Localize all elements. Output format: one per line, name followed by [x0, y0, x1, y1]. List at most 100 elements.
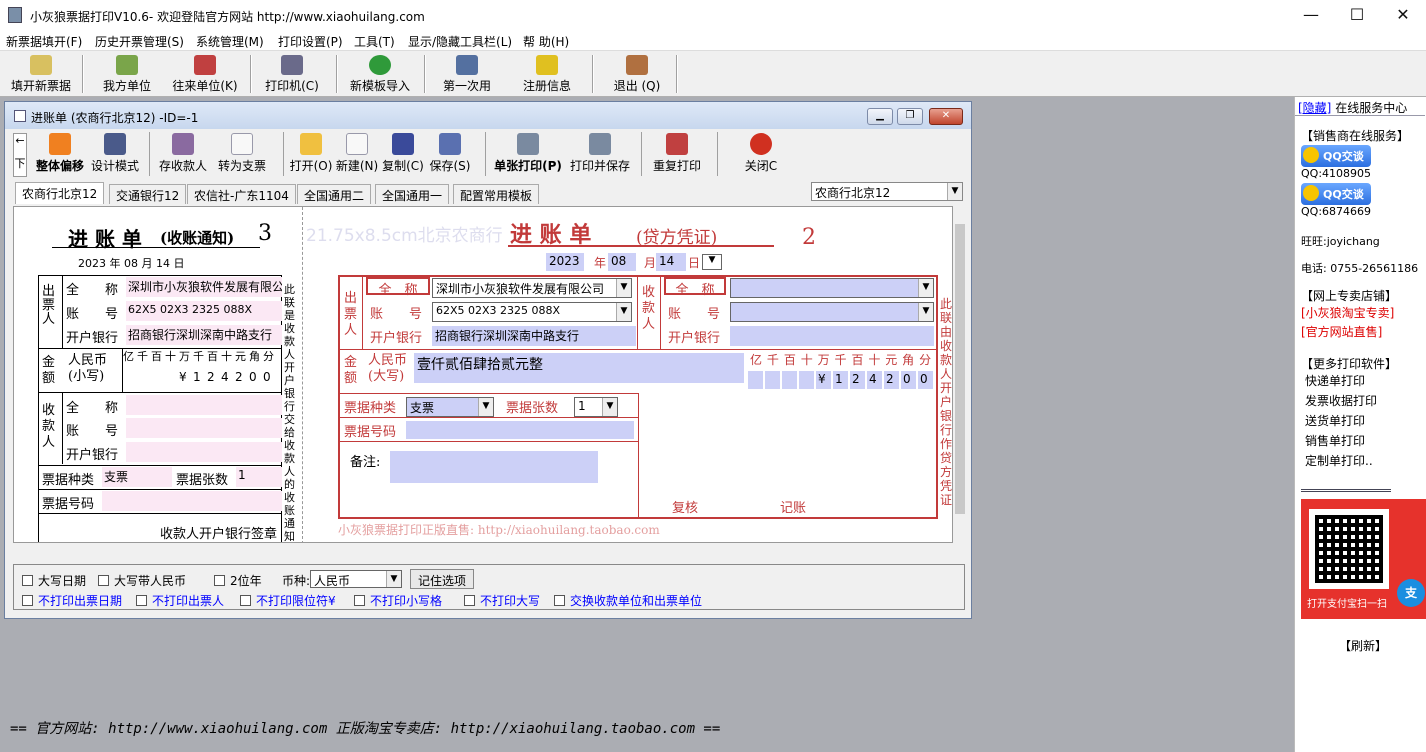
first-use-button[interactable]: 第一次用 [436, 53, 498, 95]
nav-toggle[interactable]: ← 下 [13, 133, 27, 177]
tab-template-6[interactable]: 配置常用模板 [453, 184, 540, 204]
close-button[interactable]: ✕ [1380, 0, 1426, 31]
scroll-thumb[interactable] [955, 224, 965, 514]
option-swap-parties[interactable]: 交换收款单位和出票单位 [554, 592, 702, 609]
offset-button[interactable]: 整体偏移 [31, 132, 89, 176]
save-button[interactable]: 保存(S) [427, 132, 473, 176]
qq-chat-button-2[interactable]: QQ交谈 [1301, 183, 1371, 205]
official-shop-link[interactable]: [官方网站直售] [1301, 323, 1382, 340]
register-button[interactable]: 注册信息 [516, 53, 578, 95]
horizontal-scrollbar[interactable] [13, 543, 953, 558]
child-restore-button[interactable]: ❐ [897, 108, 923, 125]
menu-help[interactable]: 帮 助(H) [523, 33, 569, 50]
date-year-field[interactable]: 2023 [546, 253, 584, 271]
menu-history[interactable]: 历史开票管理(S) [95, 33, 184, 50]
copy-button[interactable]: 复制(C) [381, 132, 425, 176]
child-minimize-button[interactable]: ▁ [867, 108, 893, 125]
option-no-payer[interactable]: 不打印出票人 [136, 592, 224, 609]
checkbox[interactable] [354, 595, 365, 606]
contacts-button[interactable]: 往来单位(K) [168, 53, 242, 95]
option-no-limiter[interactable]: 不打印限位符¥ [240, 592, 336, 609]
date-month-field[interactable]: 08 [608, 253, 636, 271]
bill-window-titlebar[interactable]: 进账单 (农商行北京12) -ID=-1 ▁ ❐ ✕ [5, 102, 971, 129]
hide-panel-link[interactable]: [隐藏] [1298, 101, 1331, 115]
menu-system[interactable]: 系统管理(M) [196, 33, 264, 50]
template-select[interactable]: 农商行北京12 ▼ [811, 182, 963, 201]
bill-type-select[interactable]: 支票 ▼ [406, 397, 494, 417]
option-uppercase-date[interactable]: 大写日期 [22, 572, 86, 589]
child-close-button[interactable]: ✕ [929, 108, 963, 125]
tab-template-1[interactable]: 农商行北京12 [15, 182, 105, 204]
left-payer-bank[interactable]: 招商银行深圳深南中路支行 [126, 325, 282, 345]
checkbox[interactable] [22, 575, 33, 586]
option-no-date[interactable]: 不打印出票日期 [22, 592, 122, 609]
left-payee-name[interactable] [126, 395, 282, 415]
option-uppercase-rmb[interactable]: 大写带人民币 [98, 572, 186, 589]
checkbox[interactable] [554, 595, 565, 606]
refresh-button[interactable]: 【刷新】 [1339, 637, 1387, 654]
new-button[interactable]: 新建(N) [335, 132, 379, 176]
payer-name-select[interactable]: 深圳市小灰狼软件发展有限公司 ▼ [432, 278, 632, 298]
amount-words-field[interactable]: 壹仟贰佰肆拾贰元整 [414, 353, 744, 383]
software-link-delivery[interactable]: 送货单打印 [1305, 412, 1365, 429]
remember-options-button[interactable]: 记住选项 [410, 569, 474, 589]
remark-field[interactable] [390, 451, 598, 483]
checkbox[interactable] [98, 575, 109, 586]
new-bill-button[interactable]: 填开新票据 [6, 53, 76, 95]
tab-template-2[interactable]: 交通银行12 [109, 184, 187, 204]
print-save-button[interactable]: 打印并保存 [567, 132, 633, 176]
left-payer-account[interactable]: 62X5 02X3 2325 088X [126, 301, 282, 321]
payer-account-select[interactable]: 62X5 02X3 2325 088X ▼ [432, 302, 632, 322]
payer-bank-field[interactable]: 招商银行深圳深南中路支行 [432, 326, 636, 346]
software-link-invoice[interactable]: 发票收据打印 [1305, 392, 1377, 409]
left-payer-name[interactable]: 深圳市小灰狼软件发展有限公 [126, 277, 282, 297]
reprint-button[interactable]: 重复打印 [647, 132, 707, 176]
payee-name-select[interactable]: ▼ [730, 278, 934, 298]
payee-bank-field[interactable] [730, 326, 934, 346]
checkbox[interactable] [240, 595, 251, 606]
date-day-field[interactable]: 14 [656, 253, 686, 271]
tab-template-5[interactable]: 全国通用一 [375, 184, 450, 204]
print-single-button[interactable]: 单张打印(P) [491, 132, 565, 176]
left-bill-type[interactable]: 支票 [102, 467, 172, 487]
checkbox[interactable] [214, 575, 225, 586]
checkbox[interactable] [464, 595, 475, 606]
currency-select[interactable]: 人民币 ▼ [310, 570, 402, 588]
left-payee-bank[interactable] [126, 442, 282, 462]
tab-template-3[interactable]: 农信社-广东1104 [187, 184, 296, 204]
printer-button[interactable]: 打印机(C) [260, 53, 324, 95]
exit-button[interactable]: 退出 (Q) [604, 53, 670, 95]
option-no-small-grid[interactable]: 不打印小写格 [354, 592, 442, 609]
menu-toggle-toolbar[interactable]: 显示/隐藏工具栏(L) [408, 33, 512, 50]
close-bill-button[interactable]: 关闭C [737, 132, 785, 176]
minimize-button[interactable]: — [1288, 0, 1334, 31]
tab-template-4[interactable]: 全国通用二 [297, 184, 372, 204]
vertical-scrollbar[interactable] [953, 206, 967, 543]
left-bill-no[interactable] [102, 491, 282, 511]
option-2digit-year[interactable]: 2位年 [214, 572, 262, 589]
import-template-button[interactable]: 新模板导入 [345, 53, 415, 95]
bill-no-field[interactable] [406, 421, 634, 439]
menu-new-bill[interactable]: 新票据填开(F) [6, 33, 82, 50]
my-company-button[interactable]: 我方单位 [98, 53, 156, 95]
option-no-uppercase[interactable]: 不打印大写 [464, 592, 540, 609]
checkbox[interactable] [136, 595, 147, 606]
taobao-shop-link[interactable]: [小灰狼淘宝专卖] [1301, 304, 1394, 321]
qq-chat-button-1[interactable]: QQ交谈 [1301, 145, 1371, 167]
left-payee-account[interactable] [126, 418, 282, 438]
software-link-express[interactable]: 快递单打印 [1305, 372, 1365, 389]
menu-print-settings[interactable]: 打印设置(P) [278, 33, 343, 50]
save-payee-button[interactable]: 存收款人 [157, 132, 209, 176]
left-bill-count[interactable]: 1 [236, 467, 282, 487]
design-mode-button[interactable]: 设计模式 [89, 132, 141, 176]
payee-account-select[interactable]: ▼ [730, 302, 934, 322]
software-link-sales[interactable]: 销售单打印 [1305, 432, 1365, 449]
open-button[interactable]: 打开(O) [289, 132, 333, 176]
menu-tools[interactable]: 工具(T) [354, 33, 395, 50]
date-picker-button[interactable]: ▼ [702, 254, 722, 270]
software-link-custom[interactable]: 定制单打印.. [1305, 452, 1373, 469]
convert-check-button[interactable]: 转为支票 [215, 132, 269, 176]
checkbox[interactable] [22, 595, 33, 606]
maximize-button[interactable]: ☐ [1334, 0, 1380, 31]
bill-count-select[interactable]: 1 ▼ [574, 397, 618, 417]
